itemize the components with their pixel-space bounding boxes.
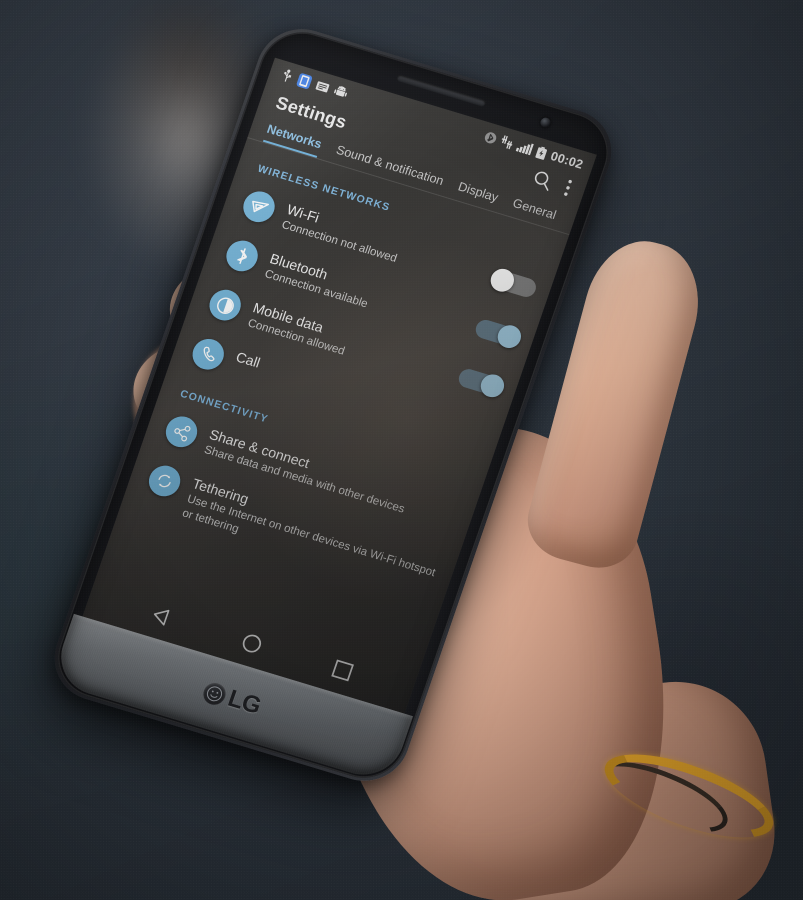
scene: 00:02 Settings (0, 0, 803, 900)
vignette (0, 0, 803, 900)
